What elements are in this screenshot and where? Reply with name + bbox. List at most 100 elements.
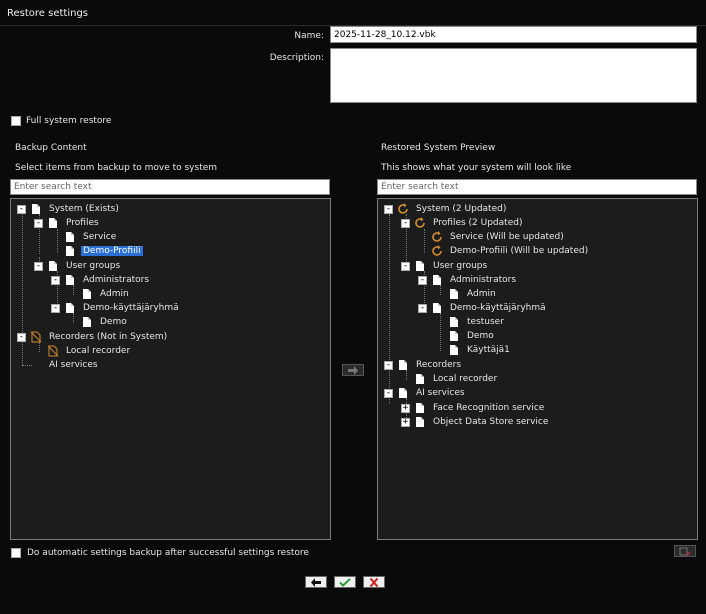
collapse-icon[interactable]: - bbox=[401, 261, 410, 271]
collapse-icon[interactable]: - bbox=[418, 303, 427, 313]
tree-row[interactable]: - Recorders bbox=[384, 358, 463, 372]
doc-icon bbox=[83, 289, 91, 299]
doc-icon bbox=[450, 345, 458, 355]
collapse-icon[interactable]: - bbox=[34, 218, 43, 228]
preview-search-input[interactable] bbox=[377, 179, 697, 195]
tree-row[interactable]: - System (2 Updated) bbox=[384, 202, 508, 216]
tree-item-label: User groups bbox=[66, 261, 121, 271]
tree-item-label: Käyttäjä1 bbox=[467, 345, 510, 355]
backup-tree[interactable]: - System (Exists) - Profiles Service Dem… bbox=[10, 198, 331, 540]
collapse-icon[interactable]: - bbox=[401, 218, 410, 228]
collapse-icon[interactable]: - bbox=[51, 303, 60, 313]
tree-row[interactable]: - Demo-käyttäjäryhmä bbox=[51, 301, 181, 315]
move-to-system-button[interactable] bbox=[342, 364, 364, 376]
tree-row[interactable]: + Object Data Store service bbox=[401, 415, 550, 429]
tree-row[interactable]: testuser bbox=[448, 315, 506, 329]
name-input[interactable] bbox=[330, 26, 697, 43]
collapse-icon[interactable]: - bbox=[17, 332, 26, 342]
tree-item-label: Profiles bbox=[66, 218, 99, 228]
doc-icon bbox=[416, 374, 424, 384]
tree-row[interactable]: - Profiles bbox=[34, 216, 101, 230]
tree-row[interactable]: Service (Will be updated) bbox=[431, 230, 566, 244]
backup-content-title: Backup Content bbox=[15, 143, 87, 153]
tree-row[interactable]: - Profiles (2 Updated) bbox=[401, 216, 524, 230]
tree-row[interactable]: AI services bbox=[47, 358, 100, 372]
back-button[interactable] bbox=[305, 576, 327, 588]
expand-icon[interactable]: + bbox=[401, 403, 410, 413]
tree-item-label: Demo-käyttäjäryhmä bbox=[450, 303, 546, 313]
tree-row[interactable]: - Administrators bbox=[51, 273, 151, 287]
ok-button[interactable] bbox=[334, 576, 356, 588]
tree-row[interactable]: Admin bbox=[81, 287, 131, 301]
tree-row[interactable]: + Face Recognition service bbox=[401, 401, 546, 415]
tree-row[interactable]: Demo bbox=[448, 329, 496, 343]
auto-backup-checkbox[interactable] bbox=[11, 548, 21, 558]
tree-item-label: Administrators bbox=[83, 275, 150, 285]
tree-item-label: AI services bbox=[416, 388, 465, 398]
tree-row[interactable]: - System (Exists) bbox=[17, 202, 121, 216]
doc-icon bbox=[450, 289, 458, 299]
remove-button[interactable] bbox=[674, 545, 696, 557]
doc-icon bbox=[83, 317, 91, 327]
tree-row[interactable]: Local recorder bbox=[47, 344, 132, 358]
tree-item-label: Face Recognition service bbox=[433, 403, 545, 413]
check-icon bbox=[339, 577, 351, 587]
doc-icon bbox=[433, 275, 441, 285]
tree-item-label: User groups bbox=[433, 261, 488, 271]
tree-row[interactable]: - User groups bbox=[34, 259, 122, 273]
backup-search-input[interactable] bbox=[10, 179, 330, 195]
tree-row[interactable]: - Demo-käyttäjäryhmä bbox=[418, 301, 548, 315]
tree-row[interactable]: Demo-Profiili bbox=[64, 244, 143, 258]
preview-tree[interactable]: - System (2 Updated) - Profiles (2 Updat… bbox=[377, 198, 698, 540]
cancel-button[interactable] bbox=[363, 576, 385, 588]
tree-row[interactable]: Käyttäjä1 bbox=[448, 343, 512, 357]
tree-row[interactable]: - Administrators bbox=[418, 273, 518, 287]
collapse-icon[interactable]: - bbox=[418, 275, 427, 285]
full-restore-checkbox[interactable] bbox=[11, 116, 21, 126]
tree-row[interactable]: - User groups bbox=[401, 259, 489, 273]
tree-row[interactable]: Local recorder bbox=[414, 372, 499, 386]
doc-icon bbox=[433, 303, 441, 313]
refresh-icon bbox=[415, 217, 425, 228]
doc-icon bbox=[66, 303, 74, 313]
collapse-icon[interactable]: - bbox=[384, 388, 393, 398]
doc-crossed-icon bbox=[30, 331, 42, 343]
tree-item-label: Object Data Store service bbox=[433, 417, 549, 427]
tree-row[interactable]: Demo-Profiili (Will be updated) bbox=[431, 244, 590, 258]
collapse-icon[interactable]: - bbox=[17, 204, 26, 214]
cross-icon bbox=[369, 577, 379, 587]
expand-icon[interactable]: + bbox=[401, 417, 410, 427]
title-bar: Restore settings bbox=[0, 0, 706, 26]
doc-icon bbox=[450, 331, 458, 341]
collapse-icon[interactable]: - bbox=[384, 360, 393, 370]
tree-item-label: Recorders bbox=[416, 360, 462, 370]
name-label: Name: bbox=[294, 31, 324, 41]
description-input[interactable] bbox=[330, 48, 697, 103]
tree-item-label: Demo bbox=[100, 317, 127, 327]
tree-item-label: Admin bbox=[100, 289, 129, 299]
tree-item-label-selected: Demo-Profiili bbox=[81, 246, 143, 256]
tree-item-label: AI services bbox=[49, 360, 98, 370]
tree-item-label: Admin bbox=[467, 289, 496, 299]
tree-item-label: Demo bbox=[467, 331, 494, 341]
collapse-icon[interactable]: - bbox=[51, 275, 60, 285]
tree-row[interactable]: Admin bbox=[448, 287, 498, 301]
tree-item-label: System (2 Updated) bbox=[416, 204, 507, 214]
tree-row[interactable]: - AI services bbox=[384, 386, 467, 400]
tree-item-label: Administrators bbox=[450, 275, 517, 285]
tree-item-label: Demo-Profiili (Will be updated) bbox=[450, 246, 589, 256]
tree-row[interactable]: - Recorders (Not in System) bbox=[17, 330, 169, 344]
collapse-icon[interactable]: - bbox=[384, 204, 393, 214]
tree-row[interactable]: Service bbox=[64, 230, 118, 244]
arrow-left-icon bbox=[311, 577, 321, 587]
collapse-icon[interactable]: - bbox=[34, 261, 43, 271]
tree-item-label: Demo-käyttäjäryhmä bbox=[83, 303, 179, 313]
tree-row[interactable]: Demo bbox=[81, 315, 129, 329]
refresh-icon bbox=[398, 203, 408, 214]
tree-item-label: Profiles (2 Updated) bbox=[433, 218, 523, 228]
doc-icon bbox=[66, 275, 74, 285]
tree-item-label: Service bbox=[83, 232, 117, 242]
doc-icon bbox=[416, 403, 424, 413]
preview-title: Restored System Preview bbox=[381, 143, 496, 153]
remove-icon bbox=[679, 547, 691, 555]
